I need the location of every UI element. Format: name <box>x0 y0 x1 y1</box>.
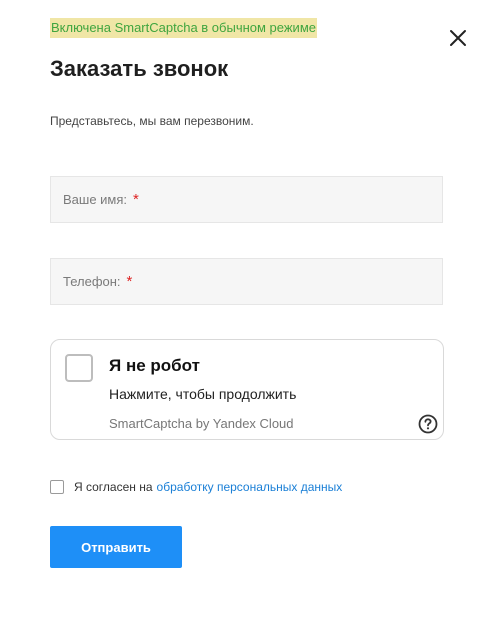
captcha-brand: SmartCaptcha by Yandex Cloud <box>109 416 294 431</box>
required-mark: * <box>133 191 139 208</box>
captcha-checkbox[interactable] <box>65 354 93 382</box>
phone-field[interactable]: Телефон: * <box>50 258 443 305</box>
captcha-hint: Нажмите, чтобы продолжить <box>109 386 297 402</box>
close-icon[interactable] <box>446 26 470 50</box>
consent-text: Я согласен на <box>74 480 153 494</box>
submit-button[interactable]: Отправить <box>50 526 182 568</box>
required-mark: * <box>126 273 133 290</box>
consent-row: Я согласен на обработку персональных дан… <box>50 478 342 496</box>
form-subtitle: Представьтесь, мы вам перезвоним. <box>50 114 254 128</box>
name-field-label: Ваше имя: * <box>63 191 139 208</box>
personal-data-link[interactable]: обработку персональных данных <box>157 480 343 494</box>
phone-field-label: Телефон: * <box>63 273 133 290</box>
smartcaptcha-widget[interactable]: Я не робот Нажмите, чтобы продолжить Sma… <box>50 339 444 440</box>
captcha-title: Я не робот <box>109 356 200 375</box>
question-circle-icon[interactable] <box>418 414 438 434</box>
callback-modal: Включена SmartCaptcha в обычном режиме З… <box>0 0 494 625</box>
smartcaptcha-mode-notice: Включена SmartCaptcha в обычном режиме <box>50 18 317 38</box>
name-field[interactable]: Ваше имя: * <box>50 176 443 223</box>
consent-checkbox[interactable] <box>50 480 64 494</box>
page-title: Заказать звонок <box>50 56 229 81</box>
